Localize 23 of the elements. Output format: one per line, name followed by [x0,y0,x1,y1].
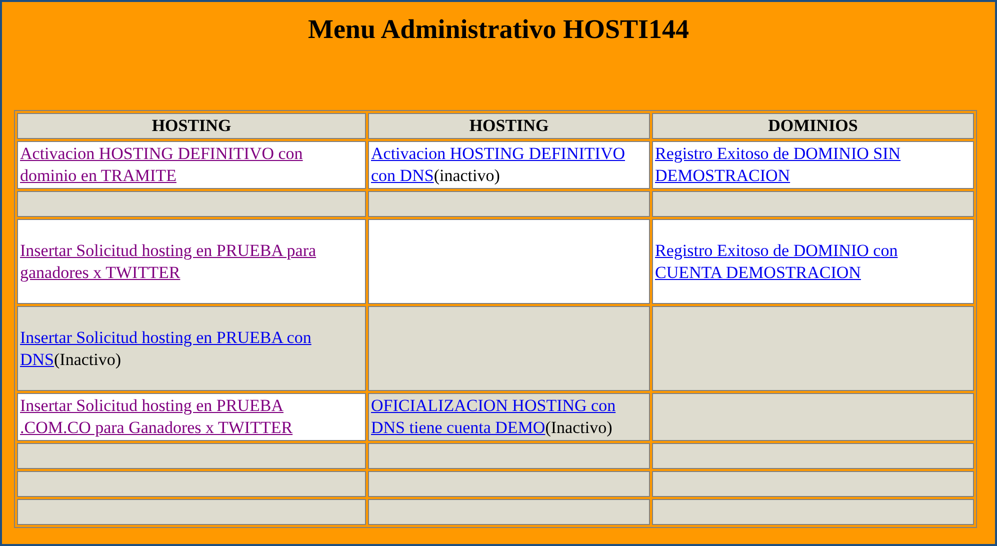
menu-link[interactable]: OFICIALIZACION HOSTING con [371,396,616,415]
menu-link[interactable]: Registro Exitoso de DOMINIO SIN [655,144,901,163]
menu-link[interactable]: Insertar Solicitud hosting en PRUEBA para [20,240,316,260]
menu-link[interactable]: .COM.CO para Ganadores x TWITTER [20,418,293,437]
menu-link[interactable]: Activacion HOSTING DEFINITIVO [371,144,626,163]
status-note: (inactivo) [434,166,500,185]
menu-link[interactable]: DNS tiene cuenta DEMO [371,418,546,437]
column-header: HOSTING [368,113,650,139]
status-note: (Inactivo) [545,418,612,437]
menu-link[interactable]: con DNS [371,166,434,185]
menu-link[interactable]: Insertar Solicitud hosting en PRUEBA con [20,328,312,346]
menu-link[interactable]: dominio en TRAMITE [20,166,176,185]
column-header: HOSTING [17,113,366,139]
menu-link[interactable]: DEMOSTRACION [655,166,790,185]
column-header: DOMINIOS [652,113,974,139]
menu-link[interactable]: ganadores x TWITTER [20,262,180,282]
menu-link[interactable]: DNS [20,350,54,368]
status-note: (Inactivo) [54,350,122,368]
menu-link[interactable]: Activacion HOSTING DEFINITIVO con [20,144,303,163]
page-title: Menu Administrativo HOSTI144 [306,14,690,46]
menu-link[interactable]: Insertar Solicitud hosting en PRUEBA [20,396,284,415]
menu-link[interactable]: Registro Exitoso de DOMINIO con [655,240,898,260]
menu-link[interactable]: CUENTA DEMOSTRACION [655,262,861,282]
